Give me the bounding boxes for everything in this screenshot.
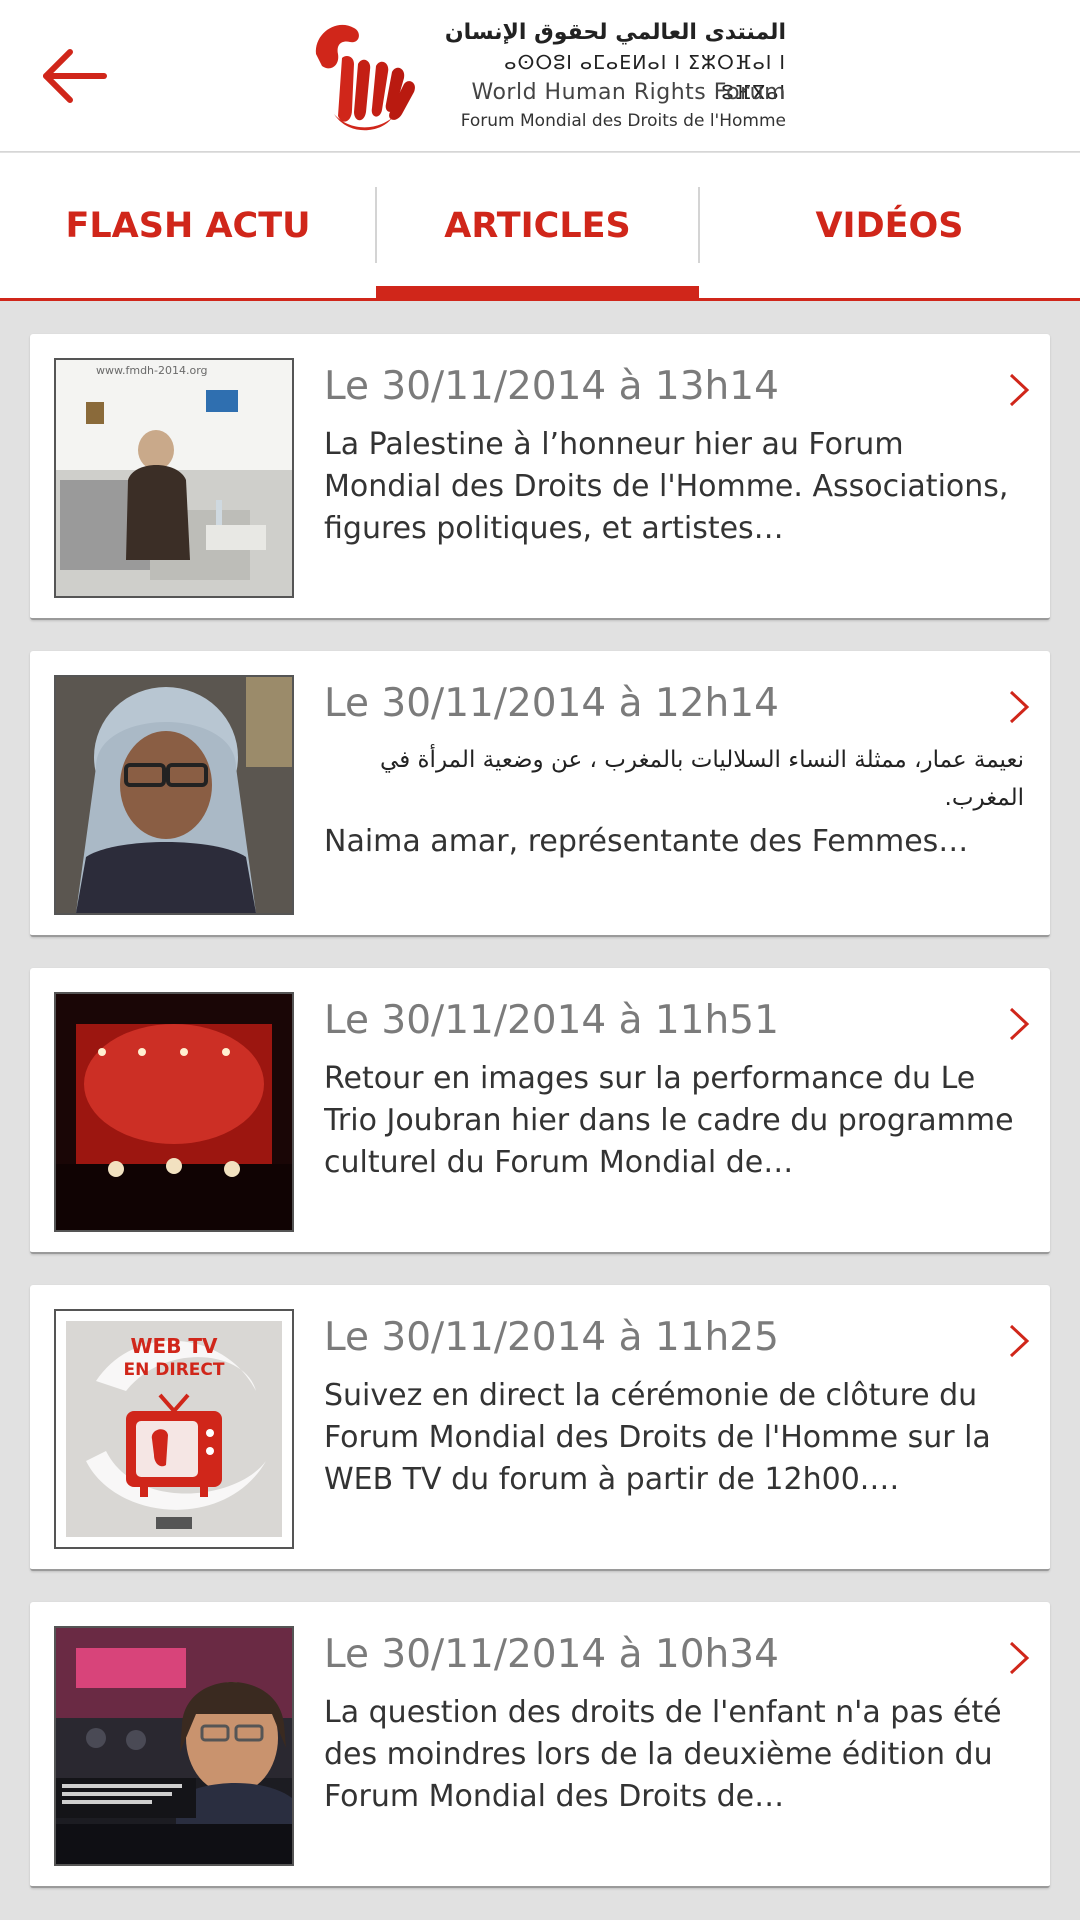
chevron-right-icon xyxy=(1009,373,1030,407)
tab-articles[interactable]: ARTICLES xyxy=(376,153,699,298)
chevron-right-icon xyxy=(1009,1641,1030,1675)
article-excerpt: Naima amar, représentante des Femmes… xyxy=(324,824,969,859)
chevron-right-icon xyxy=(1009,1007,1030,1041)
article-thumbnail xyxy=(54,675,294,915)
article-card[interactable]: Le 30/11/2014 à 12h14 نعيمة عمار، ممثلة … xyxy=(30,651,1050,937)
svg-text:EN DIRECT: EN DIRECT xyxy=(124,1360,225,1380)
article-date: Le 30/11/2014 à 13h14 xyxy=(324,364,779,409)
article-card[interactable]: Le 30/11/2014 à 11h51 Retour en images s… xyxy=(30,968,1050,1254)
article-date: Le 30/11/2014 à 11h51 xyxy=(324,998,779,1043)
back-button[interactable] xyxy=(38,44,114,108)
article-thumbnail xyxy=(54,992,294,1232)
article-excerpt: La question des droits de l'enfant n'a p… xyxy=(324,1695,1002,1814)
svg-text:WEB TV: WEB TV xyxy=(130,1334,218,1358)
article-thumbnail xyxy=(54,1626,294,1866)
article-thumbnail: WEB TV EN DIRECT xyxy=(54,1309,294,1549)
article-date: Le 30/11/2014 à 10h34 xyxy=(324,1632,779,1677)
article-card[interactable]: WEB TV EN DIRECT Le 30/11/2014 à 11h25 S… xyxy=(30,1285,1050,1571)
article-excerpt: Retour en images sur la performance du L… xyxy=(324,1061,1014,1180)
forum-hands-logo-icon xyxy=(315,24,415,131)
forum-logo: المنتدى العالمي لحقوق الإنسان ⴰⵙⵔⵓⵏ ⴰⵎⴰⴹ… xyxy=(296,10,786,136)
article-excerpt: Suivez en direct la cérémonie de clôture… xyxy=(324,1378,991,1497)
tab-flash-actu[interactable]: FLASH ACTU xyxy=(0,153,376,298)
svg-text:www.fmdh-2014.org: www.fmdh-2014.org xyxy=(96,364,208,377)
logo-english: World Human Rights Forum xyxy=(471,80,786,105)
tab-bar: FLASH ACTU ARTICLES VIDÉOS xyxy=(0,153,1080,301)
tab-videos[interactable]: VIDÉOS xyxy=(699,153,1080,298)
app-header: المنتدى العالمي لحقوق الإنسان ⴰⵙⵔⵓⵏ ⴰⵎⴰⴹ… xyxy=(0,0,1080,152)
logo-arabic: المنتدى العالمي لحقوق الإنسان xyxy=(444,20,786,45)
article-excerpt: La Palestine à l’honneur hier au Forum M… xyxy=(324,427,1009,546)
logo-french: Forum Mondial des Droits de l'Homme xyxy=(460,111,786,131)
article-card[interactable]: Le 30/11/2014 à 10h34 La question des dr… xyxy=(30,1602,1050,1888)
active-tab-indicator xyxy=(376,286,699,298)
article-date: Le 30/11/2014 à 11h25 xyxy=(324,1315,779,1360)
chevron-right-icon xyxy=(1009,690,1030,724)
arrow-left-icon xyxy=(43,49,107,103)
logo-tifinagh: ⴰⵙⵔⵓⵏ ⴰⵎⴰⴹⵍⴰⵏ ⵏ ⵉⵣⵔⴼⴰⵏ ⵏ ⵓⴼⴳⴰⵏ xyxy=(504,52,786,104)
chevron-right-icon xyxy=(1009,1324,1030,1358)
article-date: Le 30/11/2014 à 12h14 xyxy=(324,681,779,726)
article-card[interactable]: www.fmdh-2014.org Le 30/11/2014 à 13h14 … xyxy=(30,334,1050,620)
article-thumbnail: www.fmdh-2014.org xyxy=(54,358,294,598)
article-excerpt-arabic: نعيمة عمار، ممثلة النساء السلاليات بالمغ… xyxy=(380,747,1024,811)
logo-text: المنتدى العالمي لحقوق الإنسان ⴰⵙⵔⵓⵏ ⴰⵎⴰⴹ… xyxy=(440,18,786,134)
